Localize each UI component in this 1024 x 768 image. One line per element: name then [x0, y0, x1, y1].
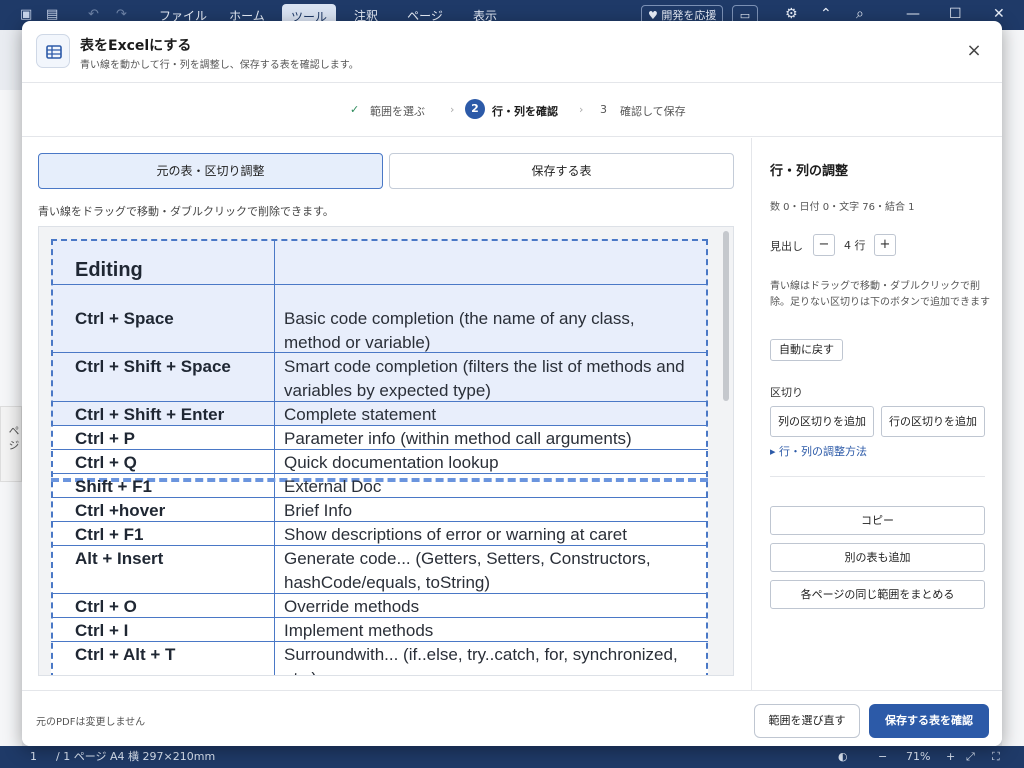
- column-divider[interactable]: [274, 239, 275, 675]
- undo-icon[interactable]: ↶: [88, 7, 99, 22]
- save-icon[interactable]: ▣: [20, 7, 32, 22]
- reset-auto-button[interactable]: 自動に戻す: [770, 339, 843, 361]
- shortcut-key: Ctrl + Shift + Enter: [75, 405, 225, 424]
- window-close-icon[interactable]: ✕: [993, 6, 1005, 22]
- chevron-right-icon: ›: [450, 103, 455, 116]
- table-icon: [36, 34, 70, 68]
- add-column-divider-button[interactable]: 列の区切りを追加: [770, 406, 874, 437]
- add-row-divider-button[interactable]: 行の区切りを追加: [881, 406, 985, 437]
- step-2-number: 2: [465, 99, 485, 119]
- table-preview-pane: 元の表・区切り調整 保存する表 青い線をドラッグで移動・ダブルクリックで削除でき…: [22, 138, 751, 690]
- range-right-edge[interactable]: [706, 239, 708, 675]
- excel-export-dialog: 表をExcelにする 青い線を動かして行・列を調整し、保存する表を確認します。 …: [22, 21, 1002, 746]
- shortcut-description: External Doc: [284, 477, 382, 496]
- tab-result-table[interactable]: 保存する表: [389, 153, 734, 189]
- dialog-footer: 元のPDFは変更しません 範囲を選び直す 保存する表を確認: [22, 690, 1002, 746]
- step-3-label: 確認して保存: [620, 105, 686, 118]
- status-bar: 1 / 1 ページ A4 横 297×210mm ◐ − 71% + ⤢ ⛶: [0, 746, 1024, 768]
- shortcut-key: Ctrl + Alt + T: [75, 645, 176, 664]
- step-3-number: 3: [600, 103, 607, 116]
- dialog-header: 表をExcelにする 青い線を動かして行・列を調整し、保存する表を確認します。 …: [22, 21, 1002, 83]
- right-strip: [1002, 30, 1024, 746]
- maximize-icon[interactable]: ☐: [949, 6, 962, 22]
- howto-toggle[interactable]: ▸ 行・列の調整方法: [770, 443, 867, 459]
- header-rows-decrement[interactable]: −: [813, 234, 835, 256]
- adjust-panel: 行・列の調整 数 0・日付 0・文字 76・結合 1 見出し − 4 行 + 青…: [751, 138, 1002, 690]
- shortcut-description: Smart code completion (filters the list …: [284, 357, 685, 400]
- divider-note: 青い線はドラッグで移動・ダブルクリックで削除。足りない区切りは下のボタンで追加で…: [770, 281, 990, 308]
- zoom-level[interactable]: 71%: [906, 746, 930, 768]
- shortcut-description: Generate code... (Getters, Setters, Cons…: [284, 549, 651, 592]
- fit-page-icon[interactable]: ⤢: [966, 746, 975, 768]
- shortcut-key: Ctrl + Shift + Space: [75, 357, 231, 376]
- range-top-edge[interactable]: [51, 239, 708, 241]
- shortcut-description: Implement methods: [284, 621, 434, 640]
- chevron-right-icon: ›: [579, 103, 584, 116]
- pdf-page-crop: Editing Ctrl + Space Basic code completi…: [51, 239, 708, 675]
- shortcut-key: Shift + F1: [75, 477, 152, 496]
- search-icon[interactable]: ⌕: [856, 6, 864, 22]
- zoom-in-icon[interactable]: +: [946, 746, 955, 768]
- row-divider[interactable]: [51, 284, 708, 285]
- step-1-label: 範囲を選ぶ: [370, 105, 425, 118]
- redo-icon[interactable]: ↷: [116, 7, 127, 22]
- settings-icon[interactable]: ⚙: [785, 6, 798, 22]
- copy-button[interactable]: コピー: [770, 506, 985, 535]
- page-number[interactable]: 1: [30, 746, 37, 768]
- shortcut-key: Ctrl + O: [75, 597, 137, 616]
- minimize-icon[interactable]: —: [906, 6, 920, 22]
- shortcut-key: Ctrl + F1: [75, 525, 144, 544]
- page-total: / 1 ページ: [56, 750, 107, 763]
- shortcut-description: Quick documentation lookup: [284, 453, 499, 472]
- header-rows-value: 4 行: [844, 239, 866, 252]
- shortcut-key: Ctrl + P: [75, 429, 135, 448]
- header-rows-label: 見出し: [770, 240, 803, 253]
- shortcut-key: Alt + Insert: [75, 549, 164, 568]
- shortcut-key: Ctrl + I: [75, 621, 129, 640]
- palette-icon[interactable]: ◐: [838, 746, 848, 768]
- shortcut-key: Ctrl +hover: [75, 501, 166, 520]
- step-done-icon: ✓: [350, 103, 360, 116]
- shortcut-description: Basic code completion (the name of any c…: [284, 309, 635, 352]
- dialog-subtitle: 青い線を動かして行・列を調整し、保存する表を確認します。: [80, 60, 359, 71]
- dialog-title: 表をExcelにする: [80, 38, 192, 54]
- chevron-up-icon[interactable]: ⌃: [820, 6, 832, 22]
- zoom-out-icon[interactable]: −: [878, 746, 887, 768]
- shortcut-description: Brief Info: [284, 501, 353, 520]
- shortcut-description: Show descriptions of error or warning at…: [284, 525, 627, 544]
- paper-size: A4 横 297×210mm: [110, 750, 216, 763]
- drag-hint: 青い線をドラッグで移動・ダブルクリックで削除できます。: [38, 205, 334, 218]
- step-2-label: 行・列を確認: [492, 105, 558, 118]
- shortcut-description: Surroundwith... (if..else, try..catch, f…: [284, 645, 678, 675]
- confirm-table-button[interactable]: 保存する表を確認: [869, 704, 989, 738]
- merge-pages-button[interactable]: 各ページの同じ範囲をまとめる: [770, 580, 985, 609]
- tab-source-table[interactable]: 元の表・区切り調整: [38, 153, 383, 189]
- page-panel-tab[interactable]: ペ ジ: [0, 406, 22, 482]
- shortcut-key: Ctrl + Q: [75, 453, 137, 472]
- shortcut-description: Complete statement: [284, 405, 437, 424]
- panel-title: 行・列の調整: [770, 164, 849, 179]
- shortcut-key: Ctrl + Space: [75, 309, 174, 328]
- viewer-scrollbar[interactable]: [723, 231, 729, 401]
- save-as-icon[interactable]: ▤: [46, 7, 58, 22]
- range-left-edge[interactable]: [51, 239, 53, 675]
- header-rows-increment[interactable]: +: [874, 234, 896, 256]
- shortcut-description: Parameter info (within method call argum…: [284, 429, 632, 448]
- fullscreen-icon[interactable]: ⛶: [992, 746, 1000, 768]
- divider-section-label: 区切り: [770, 386, 803, 399]
- shortcut-description: Override methods: [284, 597, 420, 616]
- add-another-table-button[interactable]: 別の表も追加: [770, 543, 985, 572]
- close-icon[interactable]: ×: [962, 39, 986, 63]
- cell-type-stats: 数 0・日付 0・文字 76・結合 1: [770, 202, 915, 213]
- table-viewer[interactable]: Editing Ctrl + Space Basic code completi…: [38, 226, 734, 676]
- table-header-cell: Editing: [75, 259, 143, 281]
- footer-note: 元のPDFは変更しません: [36, 717, 146, 728]
- panel-divider: [770, 476, 985, 477]
- step-indicator: ✓ 範囲を選ぶ › 2 行・列を確認 › 3 確認して保存: [22, 83, 1002, 137]
- reselect-range-button[interactable]: 範囲を選び直す: [754, 704, 860, 738]
